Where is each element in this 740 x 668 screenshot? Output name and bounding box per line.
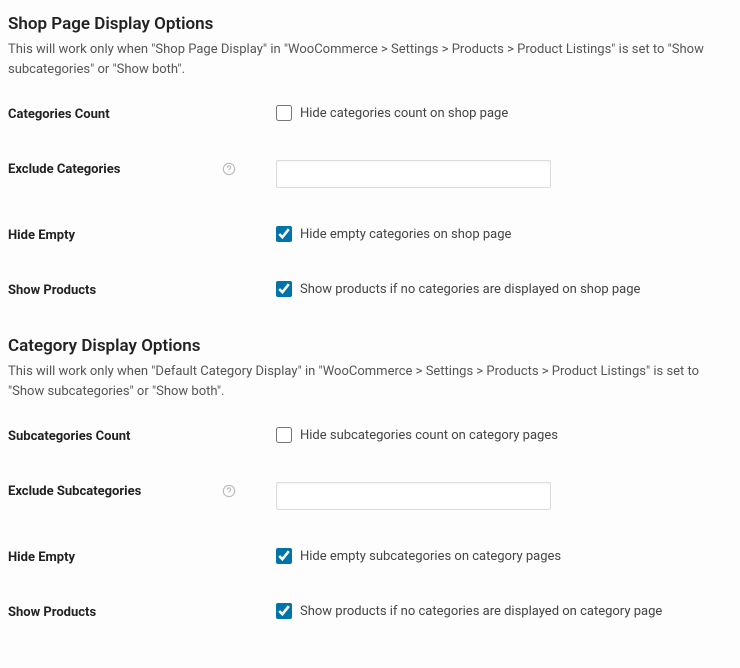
hide-empty-sub-row: Hide Empty Hide empty subcategories on c… (8, 548, 732, 565)
categories-count-row: Categories Count Hide categories count o… (8, 105, 732, 122)
categories-count-checkbox[interactable] (276, 105, 292, 121)
categories-count-label: Categories Count (8, 105, 236, 122)
exclude-subcategories-label: Exclude Subcategories (8, 482, 216, 499)
help-icon[interactable] (222, 162, 236, 176)
show-products-row: Show Products Show products if no catego… (8, 281, 732, 298)
exclude-categories-input[interactable] (276, 160, 551, 188)
hide-empty-sub-label: Hide Empty (8, 548, 236, 565)
hide-empty-label: Hide Empty (8, 226, 236, 243)
shop-page-heading: Shop Page Display Options (8, 14, 732, 34)
hide-empty-checkbox-label[interactable]: Hide empty categories on shop page (300, 227, 511, 242)
category-display-description: This will work only when "Default Catego… (8, 362, 732, 401)
shop-page-description: This will work only when "Shop Page Disp… (8, 40, 732, 79)
show-products-sub-row: Show Products Show products if no catego… (8, 603, 732, 620)
hide-empty-sub-checkbox[interactable] (276, 548, 292, 564)
hide-empty-row: Hide Empty Hide empty categories on shop… (8, 226, 732, 243)
exclude-subcategories-row: Exclude Subcategories (8, 482, 732, 510)
subcategories-count-label: Subcategories Count (8, 427, 236, 444)
show-products-checkbox-label[interactable]: Show products if no categories are displ… (300, 282, 640, 297)
exclude-categories-label: Exclude Categories (8, 160, 216, 177)
show-products-sub-checkbox[interactable] (276, 603, 292, 619)
exclude-subcategories-input[interactable] (276, 482, 551, 510)
hide-empty-sub-checkbox-label[interactable]: Hide empty subcategories on category pag… (300, 549, 561, 564)
category-display-heading: Category Display Options (8, 336, 732, 356)
subcategories-count-checkbox[interactable] (276, 427, 292, 443)
show-products-checkbox[interactable] (276, 281, 292, 297)
show-products-sub-label: Show Products (8, 603, 236, 620)
hide-empty-checkbox[interactable] (276, 226, 292, 242)
help-icon[interactable] (222, 484, 236, 498)
show-products-sub-checkbox-label[interactable]: Show products if no categories are displ… (300, 604, 662, 619)
categories-count-checkbox-label[interactable]: Hide categories count on shop page (300, 106, 508, 121)
subcategories-count-checkbox-label[interactable]: Hide subcategories count on category pag… (300, 428, 558, 443)
show-products-label: Show Products (8, 281, 236, 298)
subcategories-count-row: Subcategories Count Hide subcategories c… (8, 427, 732, 444)
exclude-categories-row: Exclude Categories (8, 160, 732, 188)
